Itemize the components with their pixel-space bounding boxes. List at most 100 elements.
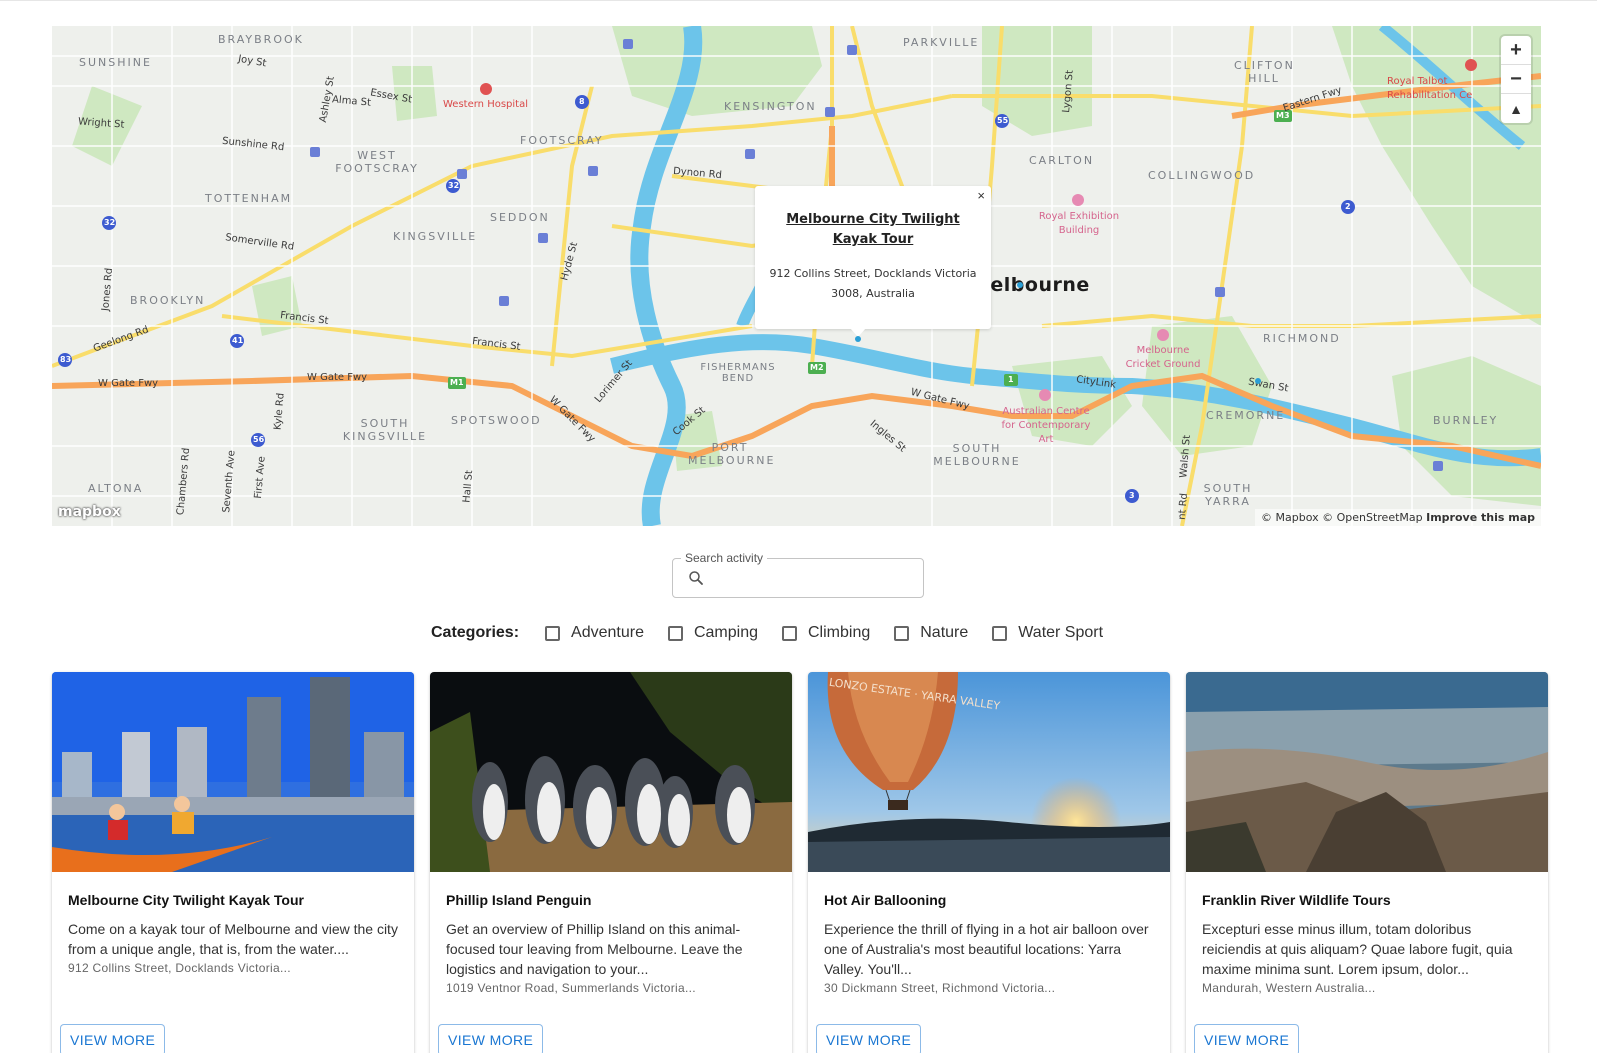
map-shield-56: 56 xyxy=(253,435,265,444)
card-title: Phillip Island Penguin xyxy=(446,892,592,908)
popup-close-button[interactable]: × xyxy=(977,188,985,203)
map-shield-m3: M3 xyxy=(1276,111,1290,120)
map-label-spotswood: SPOTSWOOD xyxy=(451,414,542,427)
map-label-cremorne: CREMORNE xyxy=(1206,409,1286,422)
category-adventure[interactable]: Adventure xyxy=(545,624,644,642)
map-label-west-footscray: WEST FOOTSCRAY xyxy=(335,149,419,175)
map-label-seddon: SEDDON xyxy=(490,211,550,224)
map-marker[interactable] xyxy=(1017,282,1023,288)
zoom-out-button[interactable]: − xyxy=(1501,65,1531,94)
map-marker[interactable] xyxy=(1255,378,1261,384)
map-shield-32b: 32 xyxy=(104,218,116,227)
category-label: Adventure xyxy=(571,624,644,641)
checkbox[interactable] xyxy=(782,625,797,641)
map-label-footscray: FOOTSCRAY xyxy=(520,134,604,147)
map-label-parkville: PARKVILLE xyxy=(903,36,980,49)
map-label-tottenham: TOTTENHAM xyxy=(205,192,293,205)
mapbox-logo[interactable]: mapbox xyxy=(58,504,121,520)
view-more-button[interactable]: VIEW MORE xyxy=(1194,1024,1300,1053)
map-label-south-kingsville: SOUTH KINGSVILLE xyxy=(342,417,428,443)
map-label-altona: ALTONA xyxy=(88,482,144,495)
map-controls: + − ▲ xyxy=(1501,36,1531,123)
map-shield-3: 3 xyxy=(1129,491,1135,500)
card-address: Mandurah, Western Australia... xyxy=(1202,981,1376,995)
card-title: Melbourne City Twilight Kayak Tour xyxy=(68,892,304,908)
checkbox[interactable] xyxy=(667,625,683,641)
category-label: Camping xyxy=(693,624,758,641)
map-label-brooklyn: BROOKLYN xyxy=(130,294,206,307)
map-poi-acca: Australian Centre for Contemporary Art xyxy=(1001,406,1091,445)
map-shield-32a: 32 xyxy=(448,181,460,190)
map-shield-83: 83 xyxy=(60,355,72,364)
card-image-penguins xyxy=(430,672,792,872)
card-image-kayak xyxy=(52,672,414,872)
map-poi-mcg: Melbourne Cricket Ground xyxy=(1125,345,1201,370)
view-more-button[interactable]: VIEW MORE xyxy=(816,1024,922,1053)
card-address: 30 Dickmann Street, Richmond Victoria... xyxy=(824,981,1056,995)
map-label-clifton-hill: CLIFTON HILL xyxy=(1234,59,1295,85)
map-label-collingwood: COLLINGWOOD xyxy=(1148,169,1256,182)
map-poi-royal-talbot: Royal Talbot Rehabilitation Ce xyxy=(1387,76,1473,101)
top-divider xyxy=(0,0,1597,1)
search-field[interactable]: Search activity xyxy=(672,551,924,598)
view-more-button[interactable]: VIEW MORE xyxy=(60,1024,166,1053)
activity-card: LONZO ESTATE · YARRA VALLEY Hot Air Ball… xyxy=(808,672,1170,1053)
map-street-w-gate-fwy-1: W Gate Fwy xyxy=(98,378,159,389)
checkbox[interactable] xyxy=(545,625,561,641)
category-camping[interactable]: Camping xyxy=(667,624,758,642)
popup-address: 912 Collins Street, Docklands Victoria 3… xyxy=(769,267,977,300)
map-label-sunshine: SUNSHINE xyxy=(79,56,152,69)
map-label-carlton: CARLTON xyxy=(1029,154,1095,167)
card-address: 1019 Ventnor Road, Summerlands Victoria.… xyxy=(446,981,696,995)
search-input[interactable] xyxy=(713,567,913,589)
map-label-port-melbourne: PORT MELBOURNE xyxy=(688,441,776,467)
category-nature[interactable]: Nature xyxy=(894,624,968,642)
card-image-canyon xyxy=(1186,672,1548,872)
map-shield-55: 55 xyxy=(997,116,1009,125)
map-poi-royal-exhibition: Royal Exhibition Building xyxy=(1038,211,1120,236)
map[interactable]: BRAYBROOK SUNSHINE PARKVILLE CLIFTON HIL… xyxy=(52,26,1541,526)
map-label-kingsville: KINGSVILLE xyxy=(393,230,478,243)
map-label-kensington: KENSINGTON xyxy=(724,100,817,113)
zoom-in-button[interactable]: + xyxy=(1501,36,1531,65)
category-climbing[interactable]: Climbing xyxy=(782,624,870,642)
map-attribution: © Mapbox © OpenStreetMap Improve this ma… xyxy=(1255,509,1541,526)
map-label-burnley: BURNLEY xyxy=(1433,414,1499,427)
search-label: Search activity xyxy=(681,551,768,565)
activity-card: Phillip Island Penguin Get an overview o… xyxy=(430,672,792,1053)
activity-card: Franklin River Wildlife Tours Excepturi … xyxy=(1186,672,1548,1053)
search-icon xyxy=(687,569,705,592)
map-label-fishermans-bend: FISHERMANS BEND xyxy=(700,362,776,384)
attribution-osm-link[interactable]: © OpenStreetMap xyxy=(1322,511,1423,524)
category-label: Water Sport xyxy=(1018,624,1104,641)
map-popup: × Melbourne City Twilight Kayak Tour 912… xyxy=(755,186,991,329)
improve-map-link[interactable]: Improve this map xyxy=(1426,511,1535,524)
checkbox[interactable] xyxy=(992,625,1008,641)
card-description: Get an overview of Phillip Island on thi… xyxy=(446,921,743,977)
map-poi-western-hospital: Western Hospital xyxy=(443,99,528,110)
map-marker[interactable] xyxy=(855,336,861,342)
compass-button[interactable]: ▲ xyxy=(1501,94,1531,123)
popup-title-link[interactable]: Melbourne City Twilight Kayak Tour xyxy=(769,210,977,250)
map-shield-m1: M1 xyxy=(450,378,464,387)
map-label-south-yarra: SOUTH YARRA xyxy=(1203,482,1253,508)
map-label-braybrook: BRAYBROOK xyxy=(218,33,304,46)
map-shield-8: 8 xyxy=(579,97,585,106)
card-description: Come on a kayak tour of Melbourne and vi… xyxy=(68,921,398,957)
checkbox[interactable] xyxy=(894,625,910,641)
categories-label: Categories: xyxy=(431,624,520,641)
view-more-button[interactable]: VIEW MORE xyxy=(438,1024,544,1053)
attribution-mapbox-link[interactable]: © Mapbox xyxy=(1261,511,1319,524)
card-description: Excepturi esse minus illum, totam dolori… xyxy=(1202,921,1513,977)
map-shield-2: 2 xyxy=(1345,202,1351,211)
map-shield-1: 1 xyxy=(1008,375,1014,384)
category-filter: Categories: Adventure Camping Climbing N… xyxy=(431,621,1127,645)
card-title: Hot Air Ballooning xyxy=(824,892,947,908)
map-shield-m2: M2 xyxy=(810,363,824,372)
card-image-balloon: LONZO ESTATE · YARRA VALLEY xyxy=(808,672,1170,872)
card-title: Franklin River Wildlife Tours xyxy=(1202,892,1391,908)
activity-card: Melbourne City Twilight Kayak Tour Come … xyxy=(52,672,414,1053)
map-street-w-gate-fwy-2: W Gate Fwy xyxy=(307,372,368,383)
map-street-punt-rd: nt Rd xyxy=(1176,492,1191,521)
category-water-sport[interactable]: Water Sport xyxy=(992,624,1103,642)
